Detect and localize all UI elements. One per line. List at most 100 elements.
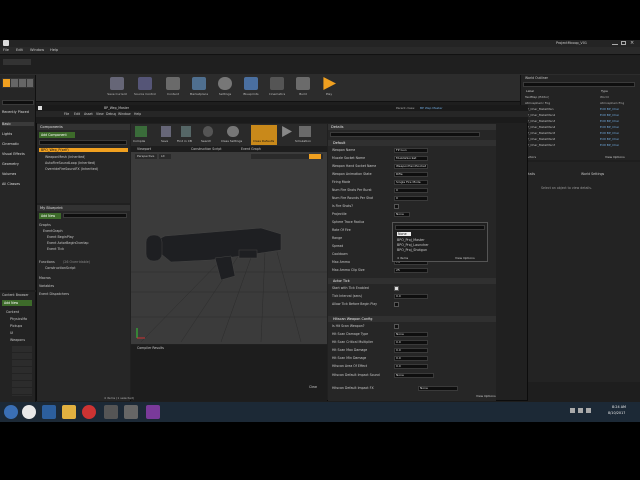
prop-dropdown[interactable]: None (394, 332, 428, 337)
cb-subfolder-list[interactable] (12, 346, 32, 396)
perspective-dropdown[interactable]: Perspective (135, 154, 157, 159)
prop-dropdown[interactable]: Rifle (394, 172, 428, 177)
outliner-row-type[interactable]: Edit BP_Char (600, 143, 619, 147)
outliner-row-type[interactable]: Edit BP_Char (600, 137, 619, 141)
default-section-header[interactable]: Default (328, 140, 496, 146)
search-label[interactable]: Search (201, 139, 211, 143)
component-autofire-sound[interactable]: AutoFireSoundLoop (Inherited) (45, 161, 95, 165)
category-recently-placed[interactable]: Recently Placed (2, 110, 29, 114)
details-view-options[interactable]: View Options (476, 394, 496, 398)
outliner-row[interactable]: BP_Char_MetalMan3 (525, 119, 555, 123)
actor-tick-section-header[interactable]: Actor Tick (328, 278, 496, 284)
menu-file[interactable]: File (3, 48, 9, 52)
category-cinematic[interactable]: Cinematic (2, 142, 19, 146)
popup-search-input[interactable] (395, 225, 485, 230)
bp-menu-debug[interactable]: Debug (106, 112, 116, 116)
outliner-row-type[interactable]: Edit BP_Char (600, 119, 619, 123)
compile-label[interactable]: Compile (133, 139, 145, 143)
play-button[interactable]: Play (316, 76, 342, 100)
bp-menu-edit[interactable]: Edit (74, 112, 80, 116)
foliage-mode-icon[interactable] (27, 79, 33, 87)
category-geometry[interactable]: Geometry (2, 162, 19, 166)
save-label[interactable]: Save (161, 139, 168, 143)
settings-button[interactable]: Settings (212, 76, 238, 100)
projectile-dropdown[interactable]: None (394, 212, 410, 217)
prop-value[interactable]: 0.0 (394, 364, 428, 369)
bp-viewport[interactable]: Perspective Lit (131, 152, 327, 344)
cb-folder-physics[interactable]: PhysicsMa (10, 317, 27, 321)
save-current-button[interactable]: Save Current (104, 76, 130, 100)
gear-icon[interactable] (227, 126, 239, 137)
class-search-input[interactable] (2, 100, 34, 105)
tab-event-graph[interactable]: Event Graph (241, 147, 261, 151)
event-tick[interactable]: Event Tick (47, 247, 64, 251)
taskbar-time[interactable]: 8:24 AM (612, 405, 626, 409)
prop-value[interactable]: 0 (394, 196, 428, 201)
event-begin-play[interactable]: Event BeginPlay (47, 235, 74, 239)
construction-script-item[interactable]: ConstructionScript (45, 266, 76, 270)
my-blueprint-add-new-button[interactable]: Add New (39, 213, 61, 219)
save-icon[interactable] (161, 126, 171, 137)
add-component-button[interactable]: Add Component (39, 132, 75, 138)
prop-dropdown[interactable]: None (394, 373, 434, 378)
blueprints-button[interactable]: Blueprints (238, 76, 264, 100)
class-settings-label[interactable]: Class Settings (221, 139, 242, 143)
outliner-header-type[interactable]: Type (601, 89, 608, 93)
taskbar-date[interactable]: 8/10/2017 (608, 411, 625, 415)
search-icon[interactable] (203, 126, 213, 137)
category-basic[interactable]: Basic (2, 122, 34, 126)
prop-dropdown[interactable]: None (418, 386, 458, 391)
category-lights[interactable]: Lights (2, 132, 12, 136)
component-self[interactable]: BPO_Wep_P(self) (39, 148, 128, 152)
cinematics-button[interactable]: Cinematics (264, 76, 290, 100)
category-visual-effects[interactable]: Visual Effects (2, 152, 25, 156)
graphs-header[interactable]: Graphs (39, 223, 51, 227)
tab-construction-script[interactable]: Construction Script (191, 147, 222, 151)
functions-header[interactable]: Functions (39, 260, 55, 264)
menu-edit[interactable]: Edit (16, 48, 23, 52)
start-button-icon[interactable] (4, 405, 18, 419)
snap-toggle[interactable] (309, 154, 321, 159)
outliner-row[interactable]: BP_Char_MetalMan2 (525, 113, 555, 117)
class-defaults-label[interactable]: Class Defaults (253, 139, 274, 143)
menu-help[interactable]: Help (50, 48, 58, 52)
chrome-icon[interactable] (22, 405, 36, 419)
components-search-input[interactable] (39, 140, 127, 145)
play-icon[interactable] (282, 126, 292, 137)
outliner-row[interactable]: TestMap (Editor) (525, 95, 549, 99)
outliner-row[interactable]: BP_Char_MetalMan6 (525, 137, 555, 141)
cb-folder-weapons[interactable]: Weapons (10, 338, 25, 342)
parent-class-link[interactable]: BP Wep Master (420, 106, 443, 110)
lit-dropdown[interactable]: Lit (159, 154, 171, 159)
find-in-cb-icon[interactable] (181, 126, 191, 137)
outliner-row-type[interactable]: Edit BP_Char (600, 113, 619, 117)
marketplace-button[interactable]: Marketplace (186, 76, 212, 100)
place-mode-icon[interactable] (3, 79, 10, 87)
details-search-input[interactable] (330, 132, 480, 137)
cb-folder-pickups[interactable]: Pickups (10, 324, 22, 328)
prop-value[interactable]: 0 (394, 188, 428, 193)
mode-icons[interactable] (2, 78, 34, 88)
popup-item[interactable]: BPO_Proj_Shotgun (397, 248, 427, 252)
prop-checkbox[interactable] (394, 204, 399, 209)
tab-viewport[interactable]: Viewport (137, 147, 151, 151)
variables-header[interactable]: Variables (39, 284, 54, 288)
minimize-icon[interactable] (612, 41, 618, 45)
simulation-icon[interactable] (299, 126, 311, 137)
menu-window[interactable]: Window (30, 48, 44, 52)
prop-value[interactable]: 0.0 (394, 348, 428, 353)
outliner-search-input[interactable] (523, 82, 635, 87)
prop-value[interactable]: 25 (394, 268, 428, 273)
system-tray[interactable] (570, 407, 600, 415)
maximize-icon[interactable] (621, 41, 626, 45)
modes-tab[interactable] (3, 59, 31, 65)
clear-button[interactable]: Clear (309, 385, 317, 389)
source-control-button[interactable]: Source Control (132, 76, 158, 100)
bp-menu-window[interactable]: Window (118, 112, 131, 116)
outliner-row-type[interactable]: Edit BP_Char (600, 131, 619, 135)
category-volumes[interactable]: Volumes (2, 172, 16, 176)
my-blueprint-search-input[interactable] (63, 213, 127, 218)
popup-item[interactable]: BPO_Proj_Launcher (397, 243, 429, 247)
cb-folder-ui[interactable]: UI (10, 331, 13, 335)
component-weapon-mesh[interactable]: WeaponMesh (Inherited) (45, 155, 85, 159)
